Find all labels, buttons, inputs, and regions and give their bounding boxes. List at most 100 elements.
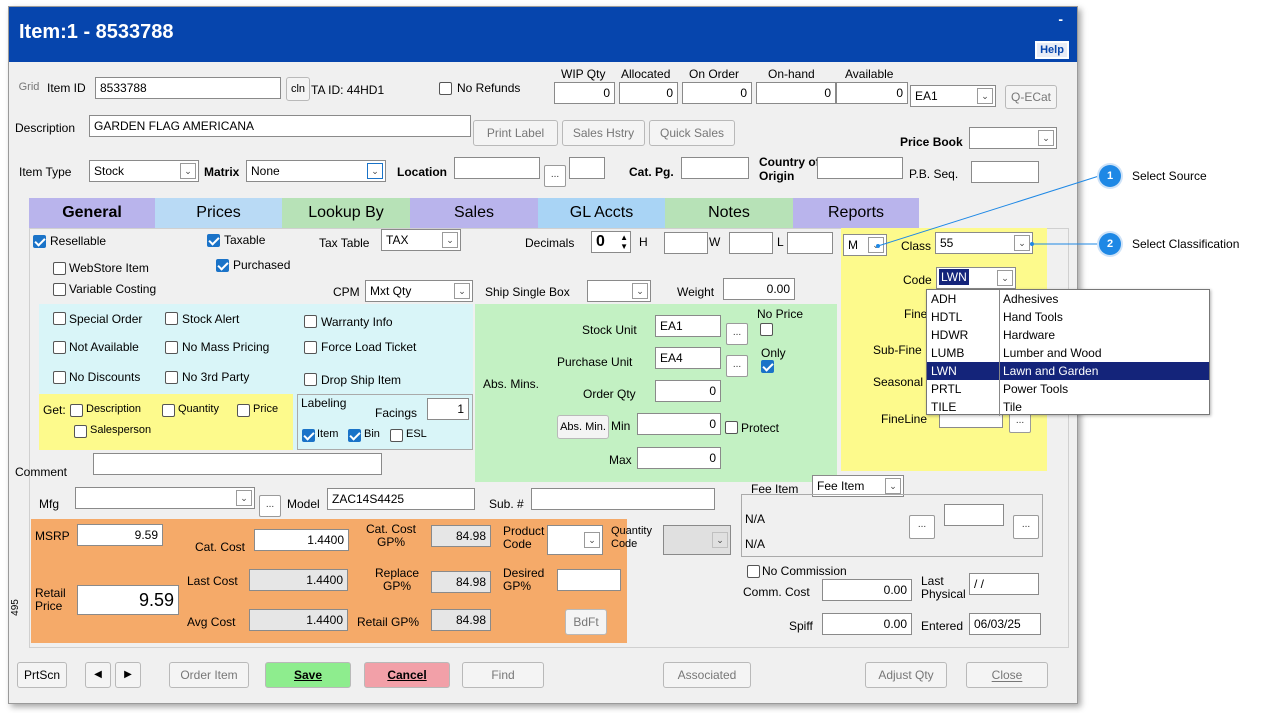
classification-dropdown[interactable]: ADH Adhesives HDTL Hand Tools HDWR Hardware… <box>926 289 1210 416</box>
no-commission-checkbox[interactable] <box>747 565 760 578</box>
webstore-checkbox[interactable] <box>53 262 66 275</box>
not-available-checkbox[interactable] <box>53 341 66 354</box>
cpm-select[interactable]: Mxt Qty ⌄ <box>365 280 473 302</box>
source-select[interactable]: M ⌄ <box>843 234 887 256</box>
cancel-button[interactable]: Cancel <box>364 662 450 688</box>
cat-pg-input[interactable] <box>681 157 749 179</box>
resellable-checkbox[interactable] <box>33 235 46 248</box>
spiff-input[interactable]: 0.00 <box>822 613 912 635</box>
no-mass-pricing-checkbox[interactable] <box>165 341 178 354</box>
dropdown-option-lwn[interactable]: LWN Lawn and Garden <box>927 362 1209 380</box>
l-input[interactable] <box>787 232 833 254</box>
min-input[interactable]: 0 <box>637 413 721 435</box>
model-input[interactable]: ZAC14S4425 <box>327 488 475 510</box>
dropdown-option-tile[interactable]: TILE Tile <box>927 398 1209 416</box>
prtscn-button[interactable]: PrtScn <box>17 662 67 688</box>
quantity-code-select[interactable]: ⌄ <box>663 525 731 555</box>
dropdown-option-lumb[interactable]: LUMB Lumber and Wood <box>927 344 1209 362</box>
matrix-select[interactable]: None ⌄ <box>246 160 386 182</box>
sales-history-button[interactable]: Sales Hstry <box>562 120 645 146</box>
purchased-checkbox[interactable] <box>216 259 229 272</box>
msrp-input[interactable]: 9.59 <box>77 524 163 546</box>
fee-input[interactable] <box>944 504 1004 526</box>
minimize-button[interactable]: - <box>1058 11 1063 27</box>
warranty-info-checkbox[interactable] <box>304 315 317 328</box>
no-price-checkbox[interactable] <box>760 323 773 336</box>
description-input[interactable]: GARDEN FLAG AMERICANA <box>89 115 471 137</box>
comm-cost-input[interactable]: 0.00 <box>822 579 912 601</box>
mfg-lookup-button[interactable]: ... <box>259 495 281 517</box>
protect-checkbox[interactable] <box>725 421 738 434</box>
grid-button[interactable]: Grid <box>15 77 43 99</box>
tab-reports[interactable]: Reports <box>793 198 919 228</box>
last-physical-input[interactable]: / / <box>969 573 1039 595</box>
desired-gp-input[interactable] <box>557 569 621 591</box>
location-input[interactable] <box>454 157 540 179</box>
tab-general[interactable]: General <box>29 198 155 228</box>
sub-input[interactable] <box>531 488 715 510</box>
label-item-checkbox[interactable] <box>302 429 315 442</box>
close-button[interactable]: Close <box>966 662 1048 688</box>
special-order-checkbox[interactable] <box>53 312 66 325</box>
force-load-ticket-checkbox[interactable] <box>304 341 317 354</box>
get-price-checkbox[interactable] <box>237 404 250 417</box>
qecat-button[interactable]: Q-ECat <box>1005 85 1057 109</box>
stock-unit-input[interactable]: EA1 <box>655 315 721 337</box>
country-input[interactable] <box>817 157 903 179</box>
order-qty-input[interactable]: 0 <box>655 380 721 402</box>
code-select[interactable]: LWN ⌄ <box>936 267 1016 289</box>
find-button[interactable]: Find <box>462 662 544 688</box>
product-code-select[interactable]: ⌄ <box>547 525 603 555</box>
stock-unit-lookup-button[interactable]: ... <box>726 323 748 345</box>
item-id-input[interactable]: 8533788 <box>95 77 281 99</box>
dropdown-option-prtl[interactable]: PRTL Power Tools <box>927 380 1209 398</box>
dropdown-option-hdwr[interactable]: HDWR Hardware <box>927 326 1209 344</box>
ship-single-select[interactable]: ⌄ <box>587 280 651 302</box>
save-button[interactable]: Save <box>265 662 351 688</box>
entered-input[interactable]: 06/03/25 <box>969 613 1041 635</box>
no-discounts-checkbox[interactable] <box>53 371 66 384</box>
max-input[interactable]: 0 <box>637 447 721 469</box>
unit-select[interactable]: EA1 ⌄ <box>910 85 996 107</box>
class-select[interactable]: 55 ⌄ <box>935 232 1033 254</box>
fee-lookup-button-1[interactable]: ... <box>909 515 935 539</box>
tab-notes[interactable]: Notes <box>665 198 793 228</box>
label-esl-checkbox[interactable] <box>390 429 403 442</box>
location-lookup-button[interactable]: ... <box>544 165 566 187</box>
bdft-button[interactable]: BdFt <box>565 609 607 635</box>
pb-seq-input[interactable] <box>971 161 1039 183</box>
cln-button[interactable]: cln <box>286 77 310 101</box>
purchase-unit-lookup-button[interactable]: ... <box>726 355 748 377</box>
get-quantity-checkbox[interactable] <box>162 404 175 417</box>
spinner-icon[interactable]: ▲ ▼ <box>620 233 628 251</box>
tab-gl-accts[interactable]: GL Accts <box>538 198 665 228</box>
help-button[interactable]: Help <box>1034 40 1070 60</box>
stock-alert-checkbox[interactable] <box>165 312 178 325</box>
dropdown-option-adh[interactable]: ADH Adhesives <box>927 290 1209 308</box>
location-extra-input[interactable] <box>569 157 605 179</box>
abs-min-button[interactable]: Abs. Min. <box>557 415 609 439</box>
w-input[interactable] <box>729 232 773 254</box>
get-salesperson-checkbox[interactable] <box>74 425 87 438</box>
taxable-checkbox[interactable] <box>207 234 220 247</box>
prev-arrow-icon[interactable]: ◀ <box>85 662 111 688</box>
fee-lookup-button-2[interactable]: ... <box>1013 515 1039 539</box>
no-refunds-checkbox[interactable] <box>439 82 452 95</box>
associated-button[interactable]: Associated <box>663 662 751 688</box>
print-label-button[interactable]: Print Label <box>473 120 558 146</box>
retail-price-input[interactable]: 9.59 <box>77 585 179 615</box>
only-checkbox[interactable] <box>761 360 774 373</box>
get-description-checkbox[interactable] <box>70 404 83 417</box>
purchase-unit-input[interactable]: EA4 <box>655 347 721 369</box>
no-3rd-party-checkbox[interactable] <box>165 371 178 384</box>
adjust-qty-button[interactable]: Adjust Qty <box>865 662 947 688</box>
drop-ship-checkbox[interactable] <box>304 373 317 386</box>
weight-input[interactable]: 0.00 <box>723 278 795 300</box>
facings-input[interactable]: 1 <box>427 398 469 420</box>
comment-input[interactable] <box>93 453 382 475</box>
dropdown-option-hdtl[interactable]: HDTL Hand Tools <box>927 308 1209 326</box>
quick-sales-button[interactable]: Quick Sales <box>649 120 735 146</box>
decimals-input[interactable]: 0 ▲ ▼ <box>591 231 631 253</box>
order-item-button[interactable]: Order Item <box>169 662 249 688</box>
h-input[interactable] <box>664 232 708 254</box>
